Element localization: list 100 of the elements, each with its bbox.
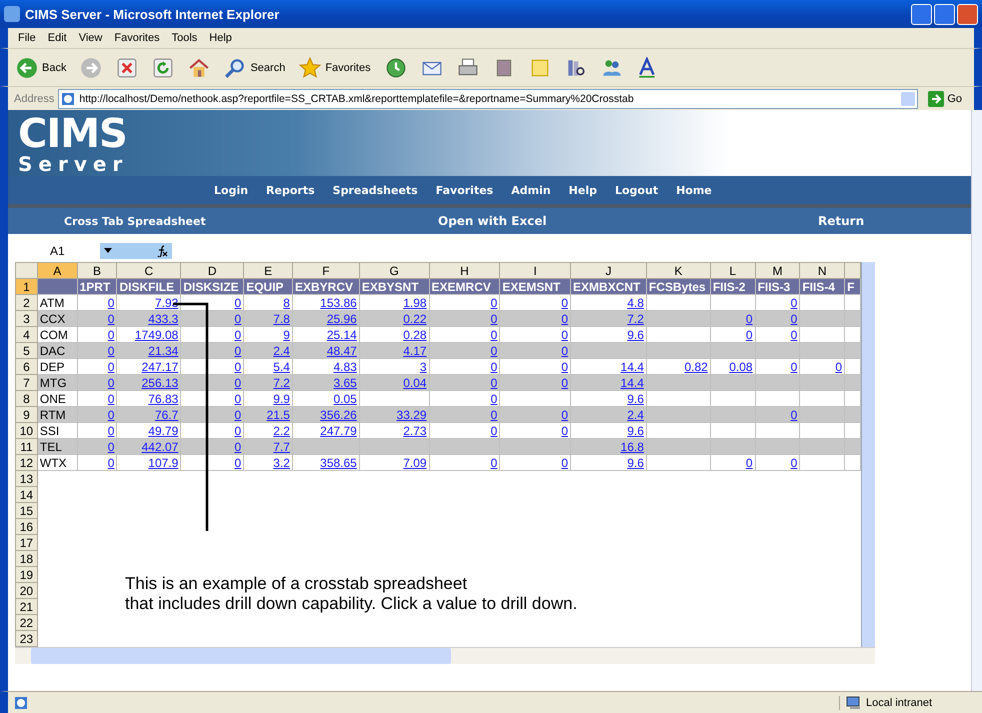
vertical-scrollbar[interactable] bbox=[861, 262, 875, 647]
value-link[interactable]: 0 bbox=[234, 312, 242, 326]
value-link[interactable]: 0 bbox=[108, 456, 114, 470]
value-link[interactable]: 0 bbox=[108, 440, 114, 454]
address-field[interactable]: http://localhost/Demo/nethook.asp?reportfile=SS_CRTAB.xml&reporttemplatefile=&reportname=Summary%20Crosstab bbox=[58, 88, 918, 108]
column-header[interactable]: H bbox=[429, 262, 500, 278]
value-link[interactable]: 0 bbox=[234, 360, 242, 374]
value-link[interactable]: 0 bbox=[561, 344, 568, 358]
value-link[interactable]: 0 bbox=[790, 360, 798, 374]
column-header[interactable]: E bbox=[244, 262, 292, 278]
value-link[interactable]: 0 bbox=[108, 296, 114, 310]
value-link[interactable]: 0 bbox=[108, 312, 114, 326]
value-link[interactable]: 0 bbox=[490, 312, 498, 326]
row-header[interactable]: 2 bbox=[16, 294, 38, 310]
return-link[interactable]: Return bbox=[818, 214, 864, 228]
menu-item[interactable]: Edit bbox=[42, 32, 73, 44]
value-link[interactable]: 0 bbox=[790, 328, 798, 342]
nav-link[interactable]: Help bbox=[560, 184, 606, 196]
column-header[interactable]: B bbox=[77, 262, 117, 278]
value-link[interactable]: 0 bbox=[234, 456, 242, 470]
column-header[interactable]: I bbox=[500, 262, 571, 278]
column-header[interactable]: N bbox=[800, 262, 845, 278]
value-link[interactable]: 9.6 bbox=[627, 424, 644, 438]
row-header[interactable]: 20 bbox=[16, 582, 38, 598]
value-link[interactable]: 0 bbox=[490, 328, 498, 342]
value-link[interactable]: 0 bbox=[234, 376, 242, 390]
favorites-button[interactable]: Favorites bbox=[297, 54, 373, 80]
row-header[interactable]: 3 bbox=[16, 310, 38, 326]
row-header[interactable]: 1 bbox=[16, 278, 38, 294]
value-link[interactable]: 0 bbox=[108, 360, 114, 374]
value-link[interactable]: 0 bbox=[561, 408, 568, 422]
value-link[interactable]: 0 bbox=[234, 328, 242, 342]
menu-item[interactable]: File bbox=[12, 32, 42, 44]
menu-item[interactable]: Tools bbox=[166, 32, 204, 44]
nav-link[interactable]: Spreadsheets bbox=[324, 184, 427, 196]
value-link[interactable]: 0 bbox=[490, 344, 498, 358]
value-link[interactable]: 9.6 bbox=[627, 392, 644, 406]
value-link[interactable]: 0 bbox=[108, 408, 114, 422]
value-link[interactable]: 0 bbox=[490, 408, 498, 422]
open-with-excel-link[interactable]: Open with Excel bbox=[438, 214, 818, 228]
value-link[interactable]: 0 bbox=[108, 376, 114, 390]
value-link[interactable]: 0 bbox=[561, 312, 568, 326]
row-header[interactable]: 6 bbox=[16, 358, 38, 374]
value-link[interactable]: 0 bbox=[561, 424, 568, 438]
value-link[interactable]: 0 bbox=[746, 456, 753, 470]
column-header[interactable]: J bbox=[570, 262, 646, 278]
value-link[interactable]: 0 bbox=[490, 360, 498, 374]
row-header[interactable]: 15 bbox=[16, 502, 38, 518]
row-header[interactable]: 23 bbox=[16, 630, 38, 646]
value-link[interactable]: 0 bbox=[561, 296, 568, 310]
name-box[interactable]: A1 bbox=[18, 244, 100, 258]
value-link[interactable]: 0 bbox=[790, 456, 798, 470]
value-link[interactable]: 9.6 bbox=[627, 456, 644, 470]
value-link[interactable]: 0 bbox=[108, 344, 114, 358]
row-header[interactable]: 11 bbox=[16, 438, 38, 454]
value-link[interactable]: 0 bbox=[561, 360, 568, 374]
nav-link[interactable]: Home bbox=[667, 184, 721, 196]
column-header[interactable]: C bbox=[116, 262, 181, 278]
menu-item[interactable]: Help bbox=[203, 32, 238, 44]
nav-link[interactable]: Logout bbox=[606, 184, 668, 196]
value-link[interactable]: 8 bbox=[283, 296, 290, 310]
value-link[interactable]: 0 bbox=[234, 440, 242, 454]
row-header[interactable]: 13 bbox=[16, 470, 38, 486]
row-header[interactable]: 10 bbox=[16, 422, 38, 438]
value-link[interactable]: 0 bbox=[108, 392, 114, 406]
restore-button[interactable] bbox=[934, 4, 955, 24]
value-link[interactable]: 7.2 bbox=[627, 312, 644, 326]
value-link[interactable]: 0 bbox=[746, 312, 753, 326]
column-header[interactable]: K bbox=[646, 262, 710, 278]
column-header[interactable]: M bbox=[755, 262, 800, 278]
value-link[interactable]: 2.4 bbox=[627, 408, 644, 422]
function-icon[interactable] bbox=[156, 245, 168, 257]
column-header[interactable]: D bbox=[180, 262, 244, 278]
row-header[interactable]: 22 bbox=[16, 614, 38, 630]
value-link[interactable]: 0 bbox=[234, 392, 242, 406]
row-header[interactable]: 4 bbox=[16, 326, 38, 342]
row-header[interactable]: 16 bbox=[16, 518, 38, 534]
nav-link[interactable]: Reports bbox=[257, 184, 324, 196]
value-link[interactable]: 0 bbox=[490, 456, 498, 470]
column-header[interactable]: L bbox=[710, 262, 756, 278]
value-link[interactable]: 0 bbox=[790, 312, 798, 326]
nav-link[interactable]: Login bbox=[205, 184, 258, 196]
value-link[interactable]: 0 bbox=[234, 408, 242, 422]
value-link[interactable]: 9 bbox=[283, 328, 290, 342]
row-header[interactable]: 18 bbox=[16, 550, 38, 566]
minimize-button[interactable] bbox=[911, 4, 932, 24]
search-button[interactable]: Search bbox=[222, 54, 288, 80]
value-link[interactable]: 0 bbox=[490, 424, 498, 438]
row-header[interactable]: 12 bbox=[16, 454, 38, 470]
value-link[interactable]: 0 bbox=[490, 376, 498, 390]
value-link[interactable]: 0 bbox=[790, 296, 798, 310]
row-header[interactable]: 5 bbox=[16, 342, 38, 358]
value-link[interactable]: 0 bbox=[835, 360, 842, 374]
value-link[interactable]: 0 bbox=[561, 376, 568, 390]
value-link[interactable]: 0 bbox=[490, 392, 498, 406]
row-header[interactable]: 7 bbox=[16, 374, 38, 390]
value-link[interactable]: 0 bbox=[561, 328, 568, 342]
value-link[interactable]: 4.8 bbox=[627, 296, 644, 310]
row-header[interactable]: 21 bbox=[16, 598, 38, 614]
column-header[interactable]: A bbox=[37, 262, 78, 278]
